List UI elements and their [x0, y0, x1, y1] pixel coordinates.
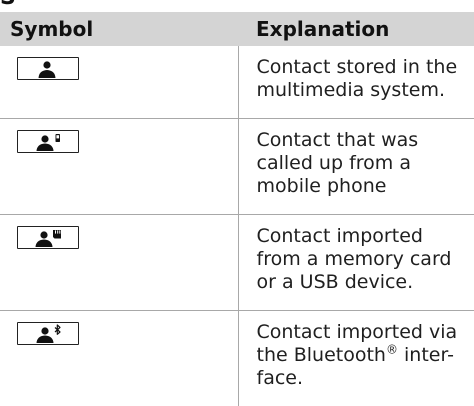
table-row: Contact that was called up from a mobile…: [0, 118, 474, 215]
header-explanation: Explanation: [238, 12, 474, 46]
contact-bluetooth-icon: [17, 321, 79, 345]
contact-mobile-phone-icon: [17, 129, 79, 153]
table-row: Contact imported from a memory card or a…: [0, 214, 474, 311]
registered-mark: ®: [385, 342, 398, 357]
table-row: Contact stored in the multimedia system.: [0, 46, 474, 119]
contact-memory-card-icon: [17, 225, 79, 249]
symbol-cell: [0, 310, 239, 406]
explanation-cell: Contact stored in the multimedia system.: [238, 46, 474, 119]
contact-symbol-table: Symbol Explanation Contact stored in the…: [0, 12, 474, 406]
table-row: Contact imported via the Bluetooth® inte…: [0, 310, 474, 406]
contact-icon: [17, 57, 79, 80]
symbol-cell: [0, 118, 239, 215]
page-fragment-text: S: [0, 0, 60, 10]
table-header-row: Symbol Explanation: [0, 12, 474, 46]
explanation-cell: Contact imported from a memory card or a…: [238, 214, 474, 311]
header-symbol: Symbol: [0, 12, 238, 46]
symbol-cell: [0, 214, 239, 311]
explanation-cell: Contact imported via the Bluetooth® inte…: [238, 310, 474, 406]
symbol-cell: [0, 46, 239, 119]
explanation-cell: Contact that was called up from a mobile…: [238, 118, 474, 215]
